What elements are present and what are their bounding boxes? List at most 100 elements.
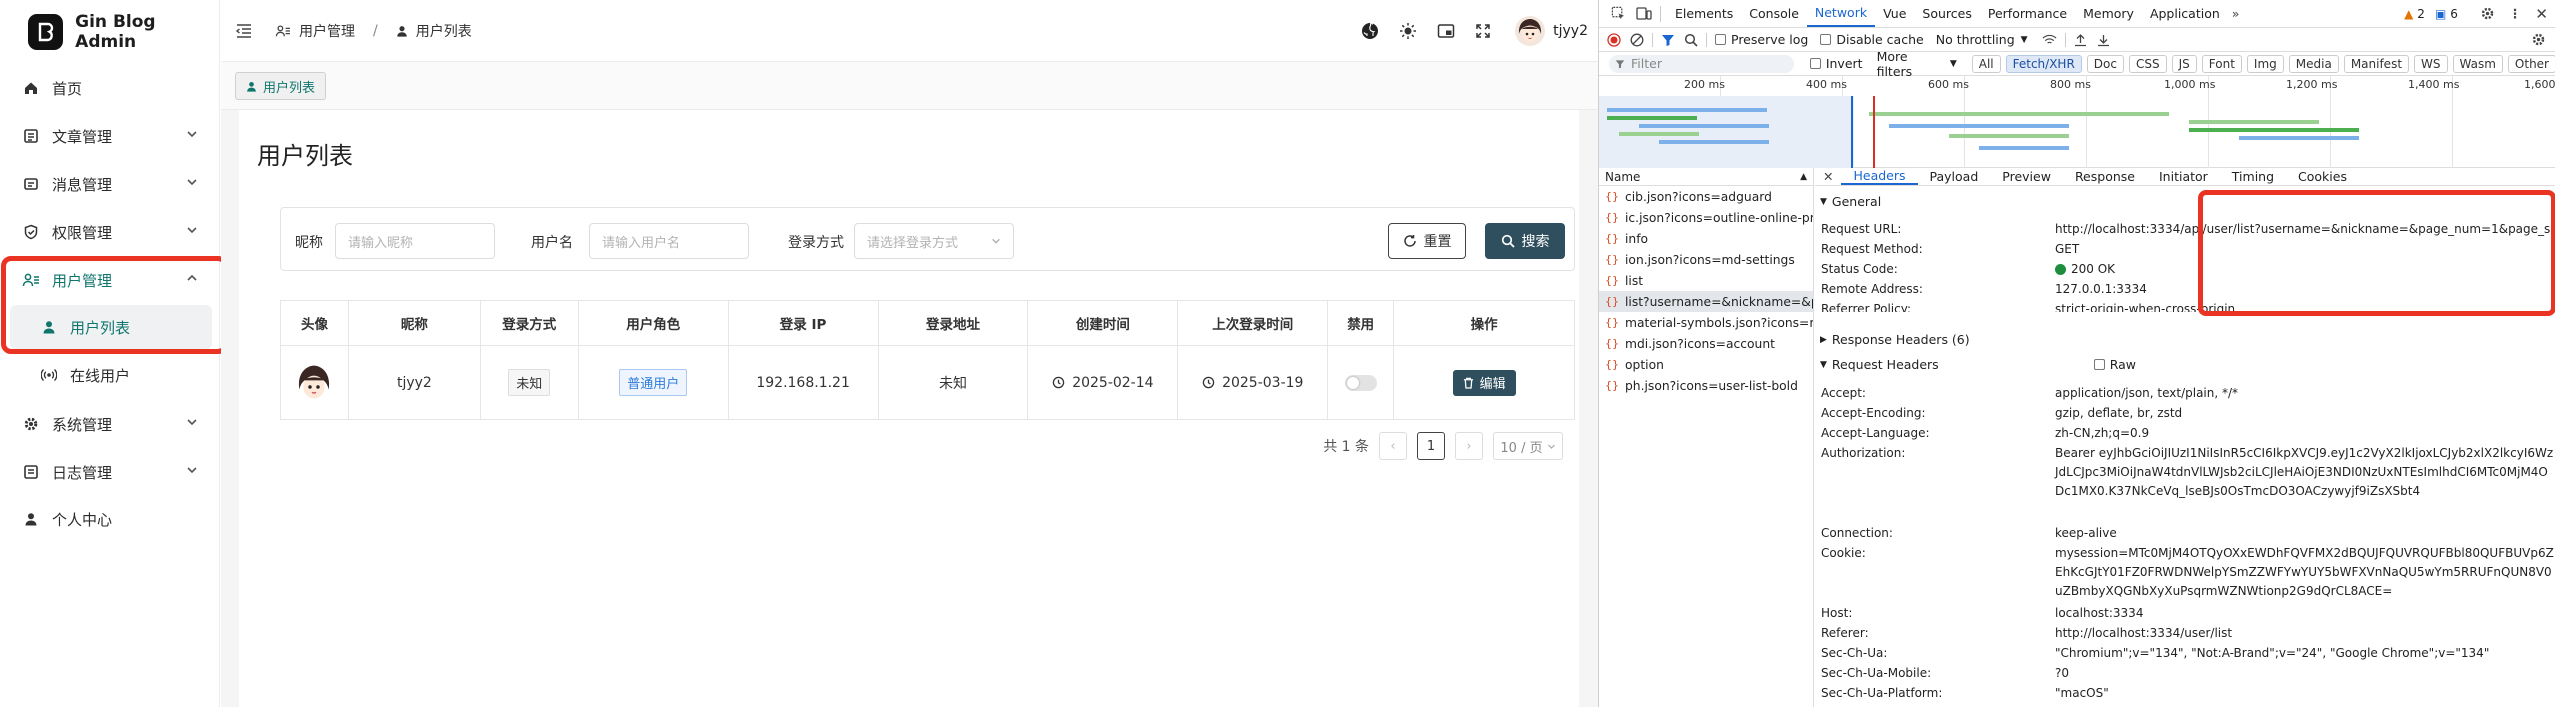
more-tabs-icon[interactable]: »	[2232, 6, 2240, 21]
type-filter-ws[interactable]: WS	[2414, 54, 2448, 73]
type-filter-js[interactable]: JS	[2171, 54, 2197, 73]
type-filter-media[interactable]: Media	[2288, 54, 2339, 73]
general-section-toggle[interactable]: ▼ General	[1815, 194, 2555, 209]
messages-count[interactable]: ▣ 6	[2435, 7, 2458, 21]
preserve-log-checkbox[interactable]: Preserve log	[1715, 32, 1808, 47]
sidebar-item-user-list[interactable]: 用户列表	[10, 305, 212, 349]
detail-tab-payload[interactable]: Payload	[1918, 168, 1991, 185]
wifi-icon[interactable]	[2042, 34, 2057, 46]
detail-tab-response[interactable]: Response	[2063, 168, 2147, 185]
devtools-tab-elements[interactable]: Elements	[1667, 0, 1741, 27]
header-key: Accept:	[1821, 386, 1866, 400]
response-headers-toggle[interactable]: ▶ Response Headers (6)	[1815, 332, 2555, 347]
timeline-overview[interactable]: 200 ms 400 ms 600 ms 800 ms 1,000 ms 1,2…	[1599, 76, 2555, 168]
request-item[interactable]: {} ic.json?icons=outline-online-pr...	[1599, 207, 1813, 228]
detail-tab-headers[interactable]: Headers	[1841, 168, 1918, 185]
type-filter-css[interactable]: CSS	[2128, 54, 2167, 73]
request-item[interactable]: {} ion.json?icons=md-settings	[1599, 249, 1813, 270]
inspect-icon[interactable]	[1611, 6, 1626, 21]
github-icon[interactable]	[1361, 22, 1379, 40]
network-settings-icon[interactable]	[2531, 32, 2546, 47]
detail-tab-cookies[interactable]: Cookies	[2286, 168, 2359, 185]
detail-tab-initiator[interactable]: Initiator	[2147, 168, 2220, 185]
type-filter-doc[interactable]: Doc	[2086, 54, 2124, 73]
request-item[interactable]: {} mdi.json?icons=account	[1599, 333, 1813, 354]
detail-tab-preview[interactable]: Preview	[1990, 168, 2063, 185]
type-filter-img[interactable]: Img	[2246, 54, 2284, 73]
type-filter-fetch-xhr[interactable]: Fetch/XHR	[2005, 54, 2082, 73]
sidebar-item-system[interactable]: 系统管理	[0, 402, 220, 446]
devtools-tab-sources[interactable]: Sources	[1914, 0, 1979, 27]
sidebar-item-messages[interactable]: 消息管理	[0, 162, 220, 206]
request-item[interactable]: {} list	[1599, 270, 1813, 291]
devtools-tab-memory[interactable]: Memory	[2075, 0, 2142, 27]
sun-icon[interactable]	[1399, 22, 1417, 40]
close-icon[interactable]: ✕	[1815, 169, 1841, 184]
request-item[interactable]: {} cib.json?icons=adguard	[1599, 186, 1813, 207]
request-headers-toggle[interactable]: ▼ Request Headers Raw	[1815, 357, 2555, 372]
record-icon[interactable]	[1607, 32, 1621, 47]
close-icon[interactable]: ✕	[2535, 5, 2548, 23]
throttling-select[interactable]: No throttling ▼	[1936, 32, 2028, 47]
filter-icon[interactable]	[1661, 33, 1675, 47]
prev-page-button[interactable]: ‹	[1379, 432, 1407, 460]
settings-gear-icon[interactable]	[2480, 6, 2495, 21]
detail-tab-timing[interactable]: Timing	[2220, 168, 2286, 185]
nickname-input[interactable]: 请输入昵称	[335, 223, 495, 259]
request-header-row: Connection: keep-alive	[1821, 524, 2555, 543]
request-item[interactable]: {} material-symbols.json?icons=r...	[1599, 312, 1813, 333]
type-filter-wasm[interactable]: Wasm	[2452, 54, 2503, 73]
devtools-tab-application[interactable]: Application	[2142, 0, 2228, 27]
sidebar-item-logs[interactable]: 日志管理	[0, 450, 220, 494]
type-filter-other[interactable]: Other	[2507, 54, 2555, 73]
upload-icon[interactable]	[2074, 33, 2087, 47]
app-logo[interactable]: Gin Blog Admin	[28, 12, 219, 52]
login-type-label: 登录方式	[788, 235, 844, 251]
edit-button[interactable]: 编辑	[1452, 369, 1516, 396]
sidebar-item-online-users[interactable]: 在线用户	[10, 353, 212, 397]
tab-user-list[interactable]: 用户列表	[235, 72, 327, 100]
disable-cache-checkbox[interactable]: Disable cache	[1820, 32, 1924, 47]
request-item[interactable]: {} ph.json?icons=user-list-bold	[1599, 375, 1813, 396]
disable-toggle[interactable]	[1344, 374, 1377, 391]
devtools-tab-network[interactable]: Network	[1806, 0, 1876, 27]
search-icon[interactable]	[1684, 33, 1698, 47]
devtools-tab-vue[interactable]: Vue	[1875, 0, 1914, 27]
name-column-header[interactable]: Name ▲	[1599, 168, 1813, 186]
request-item[interactable]: {} option	[1599, 354, 1813, 375]
breadcrumb-item[interactable]: 用户管理	[299, 21, 355, 41]
username-input[interactable]: 请输入用户名	[589, 223, 749, 259]
sidebar-item-user-management[interactable]: 用户管理	[0, 258, 220, 302]
reset-button[interactable]: 重置	[1388, 223, 1466, 259]
request-header-row: Referer: http://localhost:3334/user/list	[1821, 624, 2555, 643]
sidebar-item-profile[interactable]: 个人中心	[0, 497, 220, 541]
download-icon[interactable]	[2097, 33, 2110, 47]
user-menu[interactable]: tjyy2	[1515, 16, 1588, 46]
sidebar-item-articles[interactable]: 文章管理	[0, 114, 220, 158]
request-item-selected[interactable]: {} list?username=&nickname=&pa...	[1599, 291, 1813, 312]
type-filter-manifest[interactable]: Manifest	[2343, 54, 2410, 73]
fullscreen-icon[interactable]	[1475, 23, 1491, 39]
search-button[interactable]: 搜索	[1485, 223, 1565, 259]
invert-checkbox[interactable]: Invert	[1809, 56, 1863, 71]
request-item[interactable]: {} info	[1599, 228, 1813, 249]
page-size-select[interactable]: 10 / 页	[1493, 432, 1563, 460]
type-filter-font[interactable]: Font	[2201, 54, 2242, 73]
kebab-menu-icon[interactable]: ⋮	[2509, 6, 2522, 21]
sidebar-item-home[interactable]: 首页	[0, 66, 220, 110]
device-toolbar-icon[interactable]	[1636, 6, 1652, 21]
collapse-menu-icon[interactable]	[235, 23, 253, 39]
clear-icon[interactable]	[1630, 33, 1644, 47]
login-type-select[interactable]: 请选择登录方式	[854, 223, 1014, 259]
next-page-button[interactable]: ›	[1455, 432, 1483, 460]
filter-input[interactable]: Filter	[1609, 54, 1794, 73]
raw-checkbox[interactable]: Raw	[2093, 357, 2136, 372]
warnings-count[interactable]: ▲ 2	[2404, 7, 2425, 21]
more-filters-dropdown[interactable]: More filters ▼	[1877, 49, 1957, 79]
picture-in-picture-icon[interactable]	[1437, 23, 1455, 39]
page-button[interactable]: 1	[1417, 432, 1445, 460]
type-filter-all[interactable]: All	[1971, 54, 2001, 73]
devtools-tab-console[interactable]: Console	[1741, 0, 1807, 27]
devtools-tab-performance[interactable]: Performance	[1980, 0, 2075, 27]
sidebar-item-permissions[interactable]: 权限管理	[0, 210, 220, 254]
